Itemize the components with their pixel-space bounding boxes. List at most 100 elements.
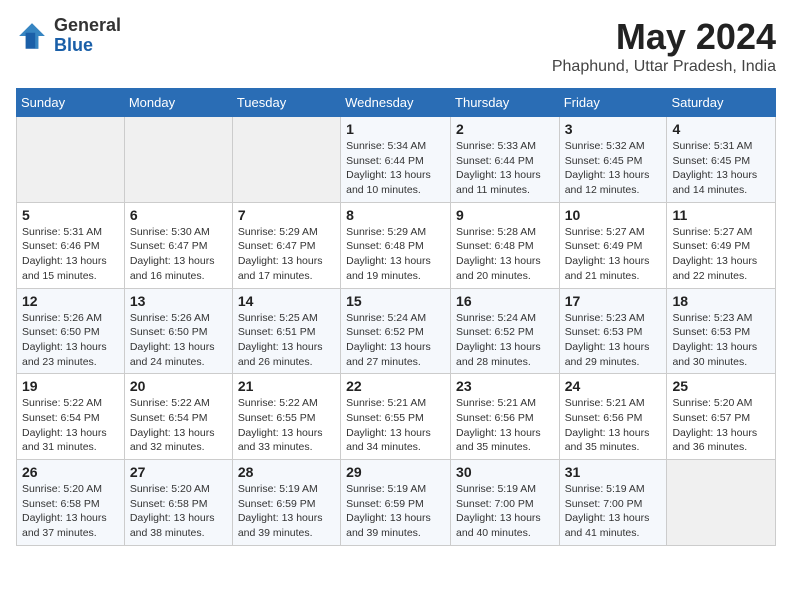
day-number: 7: [238, 207, 335, 223]
day-number: 9: [456, 207, 554, 223]
day-number: 5: [22, 207, 119, 223]
day-info: Sunrise: 5:30 AMSunset: 6:47 PMDaylight:…: [130, 225, 227, 284]
calendar-cell: 25Sunrise: 5:20 AMSunset: 6:57 PMDayligh…: [667, 374, 776, 460]
calendar-cell: 17 Sunrise: 5:23 AMSunset: 6:53 PMDayligh…: [559, 288, 667, 374]
day-number: 10: [565, 207, 662, 223]
calendar-cell: 11 Sunrise: 5:27 AMSunset: 6:49 PMDayligh…: [667, 202, 776, 288]
weekday-header-friday: Friday: [559, 89, 667, 117]
calendar-cell: 2Sunrise: 5:33 AMSunset: 6:44 PMDaylight…: [451, 117, 560, 203]
day-info: Sunrise: 5:23 AMSunset: 6:53 PMDaylight:…: [565, 311, 662, 370]
day-info: Sunrise: 5:27 AMSunset: 6:49 PMDaylight:…: [672, 225, 770, 284]
calendar-week-row: 5 Sunrise: 5:31 AMSunset: 6:46 PMDaylight…: [17, 202, 776, 288]
day-info: Sunrise: 5:26 AMSunset: 6:50 PMDaylight:…: [130, 311, 227, 370]
day-number: 26: [22, 464, 119, 480]
day-info: Sunrise: 5:34 AMSunset: 6:44 PMDaylight:…: [346, 139, 445, 198]
day-info: Sunrise: 5:31 AMSunset: 6:46 PMDaylight:…: [22, 225, 119, 284]
calendar-cell: 13 Sunrise: 5:26 AMSunset: 6:50 PMDayligh…: [124, 288, 232, 374]
logo-icon: [16, 20, 48, 52]
calendar-cell: 29Sunrise: 5:19 AMSunset: 6:59 PMDayligh…: [341, 460, 451, 546]
calendar-cell: 16Sunrise: 5:24 AMSunset: 6:52 PMDayligh…: [451, 288, 560, 374]
day-number: 17: [565, 293, 662, 309]
weekday-header-row: SundayMondayTuesdayWednesdayThursdayFrid…: [17, 89, 776, 117]
day-info: Sunrise: 5:25 AMSunset: 6:51 PMDaylight:…: [238, 311, 335, 370]
day-number: 16: [456, 293, 554, 309]
day-info: Sunrise: 5:29 AMSunset: 6:48 PMDaylight:…: [346, 225, 445, 284]
day-number: 31: [565, 464, 662, 480]
calendar-cell: 6 Sunrise: 5:30 AMSunset: 6:47 PMDaylight…: [124, 202, 232, 288]
day-number: 22: [346, 378, 445, 394]
day-info: Sunrise: 5:20 AMSunset: 6:58 PMDaylight:…: [22, 482, 119, 541]
month-year: May 2024: [552, 16, 776, 58]
day-info: Sunrise: 5:19 AMSunset: 7:00 PMDaylight:…: [456, 482, 554, 541]
calendar-cell: 1 Sunrise: 5:34 AMSunset: 6:44 PMDaylight…: [341, 117, 451, 203]
day-info: Sunrise: 5:31 AMSunset: 6:45 PMDaylight:…: [672, 139, 770, 198]
calendar-cell: 4Sunrise: 5:31 AMSunset: 6:45 PMDaylight…: [667, 117, 776, 203]
calendar-cell: [17, 117, 125, 203]
day-info: Sunrise: 5:20 AMSunset: 6:58 PMDaylight:…: [130, 482, 227, 541]
day-info: Sunrise: 5:29 AMSunset: 6:47 PMDaylight:…: [238, 225, 335, 284]
calendar-cell: 15 Sunrise: 5:24 AMSunset: 6:52 PMDayligh…: [341, 288, 451, 374]
calendar-cell: 27 Sunrise: 5:20 AMSunset: 6:58 PMDayligh…: [124, 460, 232, 546]
calendar-cell: [124, 117, 232, 203]
title-section: May 2024 Phaphund, Uttar Pradesh, India: [552, 16, 776, 76]
calendar-cell: 8 Sunrise: 5:29 AMSunset: 6:48 PMDaylight…: [341, 202, 451, 288]
calendar-cell: 18Sunrise: 5:23 AMSunset: 6:53 PMDayligh…: [667, 288, 776, 374]
day-info: Sunrise: 5:22 AMSunset: 6:54 PMDaylight:…: [22, 396, 119, 455]
day-number: 13: [130, 293, 227, 309]
calendar-cell: 24 Sunrise: 5:21 AMSunset: 6:56 PMDayligh…: [559, 374, 667, 460]
day-number: 12: [22, 293, 119, 309]
calendar-cell: 9 Sunrise: 5:28 AMSunset: 6:48 PMDaylight…: [451, 202, 560, 288]
weekday-header-sunday: Sunday: [17, 89, 125, 117]
day-info: Sunrise: 5:24 AMSunset: 6:52 PMDaylight:…: [346, 311, 445, 370]
day-number: 20: [130, 378, 227, 394]
day-number: 28: [238, 464, 335, 480]
day-info: Sunrise: 5:21 AMSunset: 6:56 PMDaylight:…: [456, 396, 554, 455]
location: Phaphund, Uttar Pradesh, India: [552, 58, 776, 76]
day-info: Sunrise: 5:28 AMSunset: 6:48 PMDaylight:…: [456, 225, 554, 284]
weekday-header-tuesday: Tuesday: [232, 89, 340, 117]
day-number: 27: [130, 464, 227, 480]
day-info: Sunrise: 5:23 AMSunset: 6:53 PMDaylight:…: [672, 311, 770, 370]
day-number: 8: [346, 207, 445, 223]
calendar-cell: 20 Sunrise: 5:22 AMSunset: 6:54 PMDayligh…: [124, 374, 232, 460]
day-info: Sunrise: 5:32 AMSunset: 6:45 PMDaylight:…: [565, 139, 662, 198]
day-info: Sunrise: 5:19 AMSunset: 7:00 PMDaylight:…: [565, 482, 662, 541]
day-info: Sunrise: 5:27 AMSunset: 6:49 PMDaylight:…: [565, 225, 662, 284]
calendar-cell: 31 Sunrise: 5:19 AMSunset: 7:00 PMDayligh…: [559, 460, 667, 546]
day-info: Sunrise: 5:33 AMSunset: 6:44 PMDaylight:…: [456, 139, 554, 198]
day-number: 29: [346, 464, 445, 480]
calendar-cell: 7 Sunrise: 5:29 AMSunset: 6:47 PMDaylight…: [232, 202, 340, 288]
logo: General Blue: [16, 16, 121, 56]
calendar-cell: 22 Sunrise: 5:21 AMSunset: 6:55 PMDayligh…: [341, 374, 451, 460]
day-number: 14: [238, 293, 335, 309]
day-number: 6: [130, 207, 227, 223]
day-number: 19: [22, 378, 119, 394]
day-number: 3: [565, 121, 662, 137]
day-info: Sunrise: 5:21 AMSunset: 6:55 PMDaylight:…: [346, 396, 445, 455]
calendar-cell: 5 Sunrise: 5:31 AMSunset: 6:46 PMDaylight…: [17, 202, 125, 288]
calendar-cell: 28 Sunrise: 5:19 AMSunset: 6:59 PMDayligh…: [232, 460, 340, 546]
logo-text: General Blue: [54, 16, 121, 56]
calendar-cell: 21Sunrise: 5:22 AMSunset: 6:55 PMDayligh…: [232, 374, 340, 460]
day-number: 23: [456, 378, 554, 394]
weekday-header-wednesday: Wednesday: [341, 89, 451, 117]
day-info: Sunrise: 5:26 AMSunset: 6:50 PMDaylight:…: [22, 311, 119, 370]
day-info: Sunrise: 5:19 AMSunset: 6:59 PMDaylight:…: [238, 482, 335, 541]
day-number: 15: [346, 293, 445, 309]
day-number: 24: [565, 378, 662, 394]
day-number: 11: [672, 207, 770, 223]
page-header: General Blue May 2024 Phaphund, Uttar Pr…: [16, 16, 776, 76]
calendar-cell: 19 Sunrise: 5:22 AMSunset: 6:54 PMDayligh…: [17, 374, 125, 460]
day-info: Sunrise: 5:21 AMSunset: 6:56 PMDaylight:…: [565, 396, 662, 455]
weekday-header-saturday: Saturday: [667, 89, 776, 117]
day-number: 21: [238, 378, 335, 394]
day-number: 30: [456, 464, 554, 480]
calendar-week-row: 1 Sunrise: 5:34 AMSunset: 6:44 PMDaylight…: [17, 117, 776, 203]
calendar-cell: 30 Sunrise: 5:19 AMSunset: 7:00 PMDayligh…: [451, 460, 560, 546]
calendar-table: SundayMondayTuesdayWednesdayThursdayFrid…: [16, 88, 776, 546]
calendar-week-row: 12 Sunrise: 5:26 AMSunset: 6:50 PMDayligh…: [17, 288, 776, 374]
day-info: Sunrise: 5:22 AMSunset: 6:54 PMDaylight:…: [130, 396, 227, 455]
calendar-cell: [667, 460, 776, 546]
calendar-cell: 23 Sunrise: 5:21 AMSunset: 6:56 PMDayligh…: [451, 374, 560, 460]
day-number: 1: [346, 121, 445, 137]
